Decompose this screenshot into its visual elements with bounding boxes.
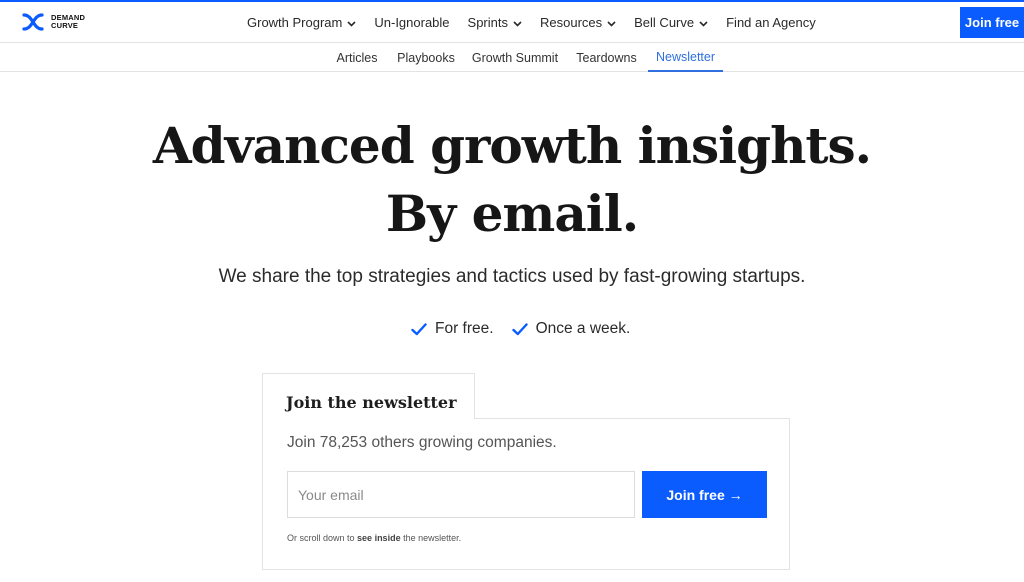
signup-card: Join 78,253 others growing companies. Jo…: [262, 418, 790, 570]
sub-navigation: Articles Playbooks Growth Summit Teardow…: [0, 43, 1024, 72]
benefit-item: Once a week.: [511, 320, 631, 338]
hero-title-line-2: By email.: [385, 184, 639, 243]
benefit-list: For free. Once a week.: [411, 318, 648, 340]
chevron-down-icon: [347, 15, 356, 30]
hero-title: Advanced growth insights. By email.: [0, 112, 1024, 248]
menu-item-label: Find an Agency: [726, 15, 816, 30]
hero-subtitle: We share the top strategies and tactics …: [218, 266, 806, 287]
footnote-text-after: the newsletter.: [403, 533, 462, 543]
signup-footnote: Or scroll down to see inside the newslet…: [287, 533, 461, 543]
see-inside-link[interactable]: see inside: [357, 533, 401, 543]
checkmark-icon: [411, 322, 427, 335]
chevron-down-icon: [607, 15, 616, 30]
menu-item-un-ignorable[interactable]: Un-Ignorable: [374, 15, 449, 30]
benefit-label: Once a week.: [535, 320, 631, 337]
tab-newsletter[interactable]: Newsletter: [648, 43, 723, 72]
tab-growth-summit[interactable]: Growth Summit: [469, 43, 561, 72]
checkmark-icon: [511, 322, 528, 335]
email-field[interactable]: [287, 471, 635, 518]
join-free-button[interactable]: Join free →: [642, 471, 767, 518]
menu-item-resources[interactable]: Resources: [540, 15, 616, 30]
tab-playbooks[interactable]: Playbooks: [394, 43, 458, 72]
logo[interactable]: DEMAND CURVE: [21, 12, 85, 32]
join-free-top-button[interactable]: Join free: [960, 7, 1024, 38]
menu-item-label: Un-Ignorable: [374, 15, 450, 30]
logo-wordmark: DEMAND CURVE: [51, 14, 85, 30]
menu-item-find-an-agency[interactable]: Find an Agency: [726, 15, 816, 30]
menu-item-label: Growth Program: [247, 15, 343, 30]
menu-item-label: Sprints: [467, 15, 508, 30]
footnote-text-before: Or scroll down to: [287, 533, 355, 543]
tab-articles[interactable]: Articles: [330, 43, 384, 72]
chevron-down-icon: [699, 15, 708, 30]
benefit-item: For free.: [411, 320, 494, 338]
hero-title-line-1: Advanced growth insights.: [152, 116, 872, 175]
chevron-down-icon: [513, 15, 522, 30]
signup-tab-title: Join the newsletter: [286, 393, 457, 412]
demand-curve-logo-icon: [22, 13, 44, 31]
menu-item-bell-curve[interactable]: Bell Curve: [634, 15, 708, 30]
menu-item-label: Resources: [540, 15, 603, 30]
benefit-label: For free.: [435, 320, 494, 337]
top-navigation: DEMAND CURVE Growth Program Un-Ignorable…: [0, 2, 1024, 43]
menu-item-sprints[interactable]: Sprints: [468, 15, 522, 30]
signup-subtitle: Join 78,253 others growing companies.: [287, 434, 557, 451]
signup-tab: Join the newsletter: [262, 373, 475, 419]
logo-line-2: CURVE: [51, 21, 79, 30]
menu-item-growth-program[interactable]: Growth Program: [247, 15, 356, 30]
menu-item-label: Bell Curve: [634, 15, 695, 30]
main-menu: Growth Program Un-Ignorable Sprints Reso…: [247, 2, 834, 43]
tab-teardowns[interactable]: Teardowns: [572, 43, 641, 72]
